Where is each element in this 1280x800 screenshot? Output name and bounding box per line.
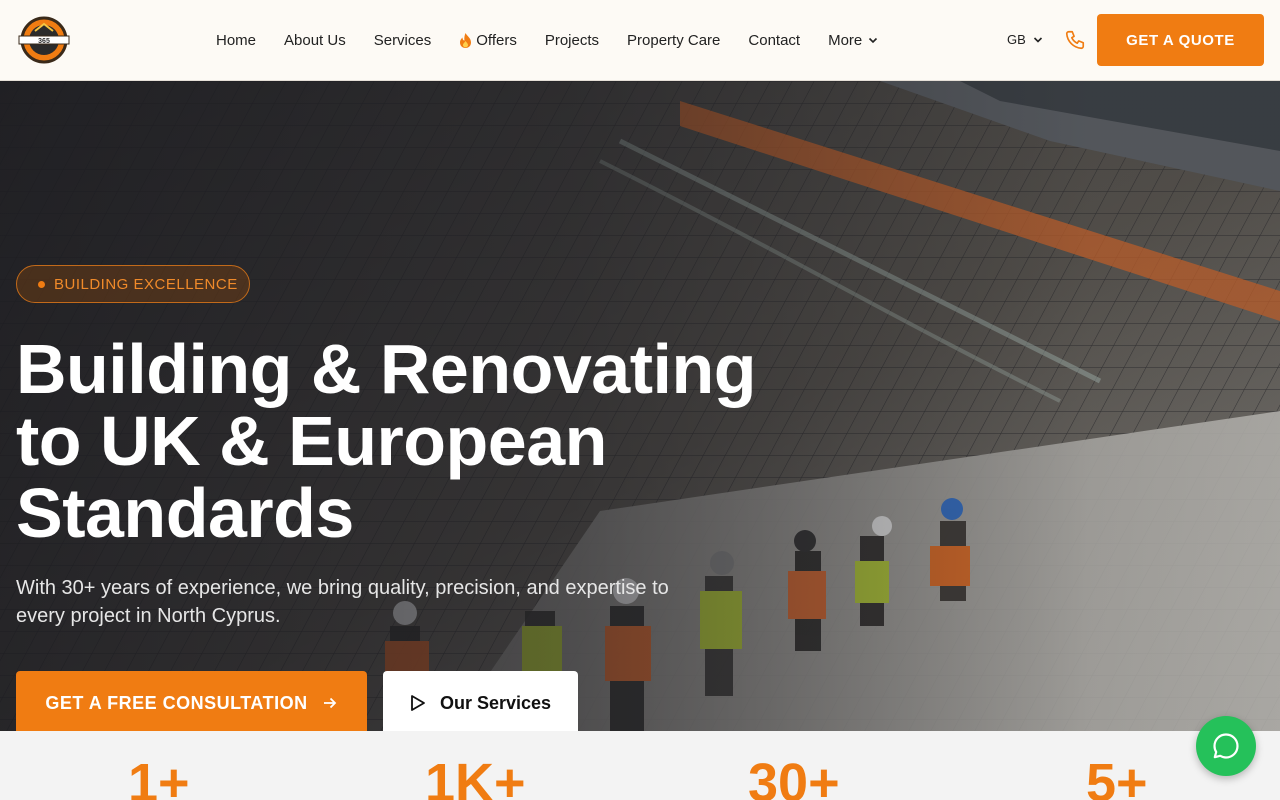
nav-about-us[interactable]: About Us bbox=[284, 32, 346, 49]
hero-title-line-3: Standards bbox=[16, 474, 354, 552]
hero-title-line-2: to UK & European bbox=[16, 402, 607, 480]
nav-projects-label: Projects bbox=[544, 31, 600, 49]
free-consultation-label: GET A FREE CONSULTATION bbox=[45, 692, 308, 713]
fire-icon bbox=[460, 32, 472, 48]
nav-offers[interactable]: Offers bbox=[459, 32, 517, 49]
chevron-down-icon bbox=[1033, 36, 1042, 43]
free-consultation-button[interactable]: GET A FREE CONSULTATION bbox=[16, 671, 367, 731]
stats-section: 1+ 1K+ 30+ 5+ bbox=[0, 731, 1280, 800]
stat-value: 1K+ bbox=[425, 753, 526, 800]
stat-value: 5+ bbox=[1086, 753, 1148, 800]
nav-projects[interactable]: Projects bbox=[545, 32, 599, 49]
company-logo[interactable]: 365 bbox=[17, 15, 71, 65]
building-excellence-badge: BUILDING EXCELLENCE bbox=[16, 265, 250, 303]
svg-text:365: 365 bbox=[38, 38, 50, 45]
stat-value: 1+ bbox=[128, 753, 190, 800]
hero-subtitle: With 30+ years of experience, we bring q… bbox=[16, 577, 669, 627]
language-selector[interactable]: GB bbox=[1007, 32, 1043, 47]
nav-more-label: More bbox=[828, 31, 863, 49]
play-icon bbox=[411, 695, 425, 711]
our-services-label: Our Services bbox=[439, 692, 552, 713]
get-a-quote-button[interactable]: GET A QUOTE bbox=[1097, 14, 1264, 66]
phone-icon[interactable] bbox=[1064, 29, 1086, 51]
language-code: GB bbox=[1007, 32, 1026, 47]
whatsapp-icon bbox=[1213, 733, 1239, 759]
arrow-right-icon bbox=[323, 697, 336, 709]
nav-services-label: Services bbox=[373, 31, 432, 49]
hero-title: Building & Renovating to UK & European S… bbox=[16, 333, 796, 549]
nav-about-label: About Us bbox=[284, 31, 346, 49]
chevron-down-icon bbox=[869, 37, 878, 44]
nav-services[interactable]: Services bbox=[374, 32, 432, 49]
nav-more-dropdown[interactable]: More bbox=[828, 32, 878, 49]
nav-home[interactable]: Home bbox=[216, 32, 256, 49]
main-nav: Home About Us Services Offers Projects P… bbox=[216, 0, 906, 80]
whatsapp-chat-button[interactable] bbox=[1196, 716, 1256, 776]
nav-contact[interactable]: Contact bbox=[748, 32, 800, 49]
nav-property-care[interactable]: Property Care bbox=[627, 32, 720, 49]
nav-offers-label: Offers bbox=[476, 31, 517, 49]
site-header: 365 Home About Us Services Offers Projec… bbox=[0, 0, 1280, 81]
stat-value: 30+ bbox=[748, 753, 840, 800]
nav-contact-label: Contact bbox=[748, 31, 801, 49]
hero-section: BUILDING EXCELLENCE Building & Renovatin… bbox=[0, 81, 1280, 731]
nav-home-label: Home bbox=[216, 31, 257, 49]
hero-title-line-1: Building & Renovating bbox=[16, 330, 757, 408]
our-services-button[interactable]: Our Services bbox=[383, 671, 578, 731]
nav-property-care-label: Property Care bbox=[627, 31, 721, 49]
badge-dot bbox=[38, 280, 45, 288]
badge-label: BUILDING EXCELLENCE bbox=[54, 275, 238, 293]
